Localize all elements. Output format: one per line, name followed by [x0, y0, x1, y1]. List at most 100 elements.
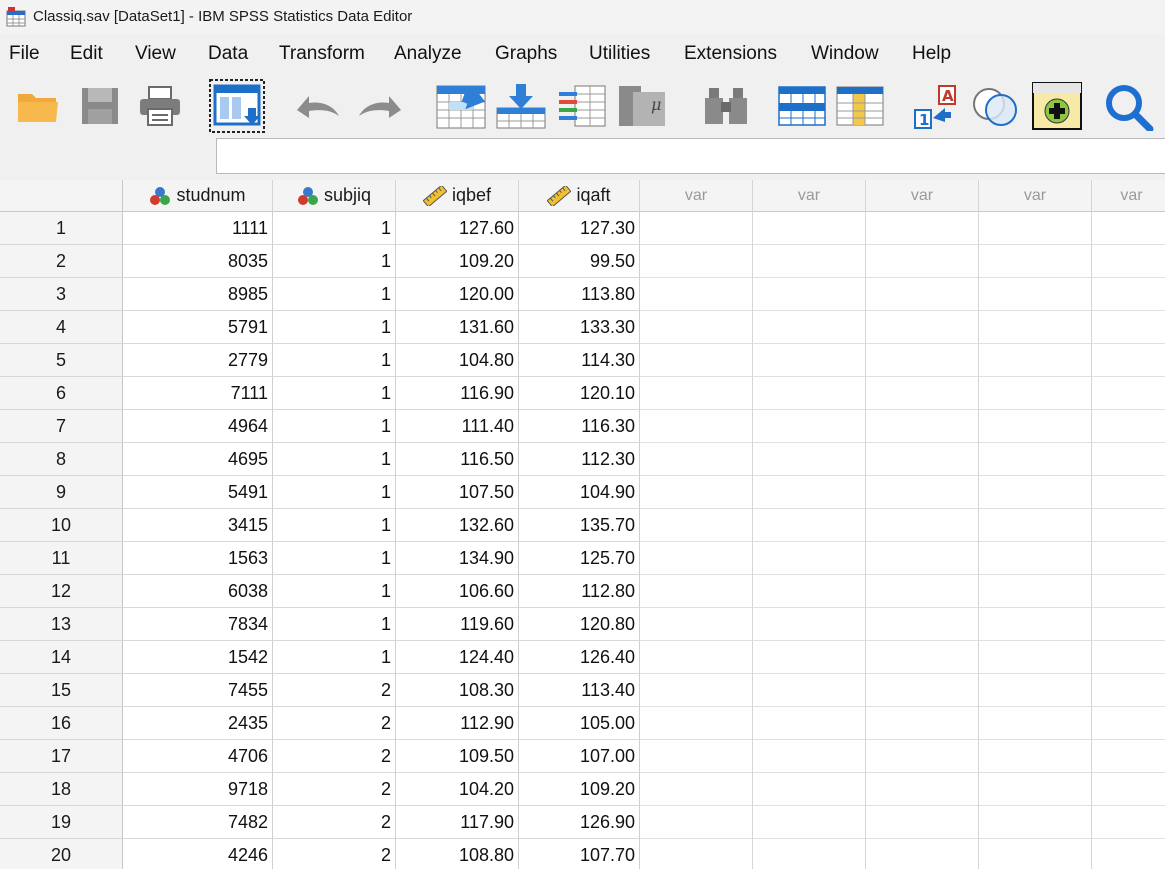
- data-cell[interactable]: [753, 443, 866, 476]
- data-cell[interactable]: [866, 212, 979, 245]
- data-cell[interactable]: [1092, 509, 1165, 542]
- dialog-recall-icon[interactable]: [207, 78, 267, 134]
- data-cell[interactable]: [1092, 344, 1165, 377]
- data-cell[interactable]: 1: [273, 278, 396, 311]
- data-cell[interactable]: 4964: [123, 410, 273, 443]
- data-cell[interactable]: 134.90: [396, 542, 519, 575]
- data-cell[interactable]: 133.30: [519, 311, 640, 344]
- data-cell[interactable]: 107.50: [396, 476, 519, 509]
- goto-variable-icon[interactable]: [494, 78, 550, 134]
- data-cell[interactable]: 2: [273, 773, 396, 806]
- menu-utilities[interactable]: Utilities: [589, 43, 650, 65]
- row-header[interactable]: 14: [0, 641, 123, 674]
- data-cell[interactable]: [1092, 245, 1165, 278]
- data-cell[interactable]: 3415: [123, 509, 273, 542]
- data-cell[interactable]: 135.70: [519, 509, 640, 542]
- column-header-var-6[interactable]: var: [866, 180, 979, 212]
- data-cell[interactable]: 116.30: [519, 410, 640, 443]
- data-cell[interactable]: 1542: [123, 641, 273, 674]
- data-cell[interactable]: [753, 839, 866, 869]
- data-cell[interactable]: 7834: [123, 608, 273, 641]
- row-header[interactable]: 8: [0, 443, 123, 476]
- data-cell[interactable]: [640, 278, 753, 311]
- column-header-subjiq[interactable]: subjiq: [273, 180, 396, 212]
- print-icon[interactable]: [135, 78, 185, 134]
- data-cell[interactable]: [753, 674, 866, 707]
- data-cell[interactable]: [640, 377, 753, 410]
- data-cell[interactable]: 8985: [123, 278, 273, 311]
- data-cell[interactable]: [1092, 476, 1165, 509]
- data-cell[interactable]: [753, 806, 866, 839]
- row-header[interactable]: 1: [0, 212, 123, 245]
- data-cell[interactable]: [979, 641, 1092, 674]
- data-cell[interactable]: [753, 773, 866, 806]
- data-cell[interactable]: 106.60: [396, 575, 519, 608]
- menu-edit[interactable]: Edit: [70, 43, 103, 65]
- column-header-var-5[interactable]: var: [753, 180, 866, 212]
- menu-file[interactable]: File: [9, 43, 40, 65]
- data-cell[interactable]: [979, 509, 1092, 542]
- data-cell[interactable]: 1: [273, 311, 396, 344]
- run-descriptives-icon[interactable]: μ: [614, 78, 670, 134]
- menu-view[interactable]: View: [135, 43, 176, 65]
- row-header[interactable]: 13: [0, 608, 123, 641]
- data-cell[interactable]: [640, 740, 753, 773]
- data-cell[interactable]: 1: [273, 212, 396, 245]
- data-cell[interactable]: [753, 311, 866, 344]
- data-cell[interactable]: [979, 806, 1092, 839]
- data-cell[interactable]: 112.90: [396, 707, 519, 740]
- data-cell[interactable]: 125.70: [519, 542, 640, 575]
- data-cell[interactable]: 9718: [123, 773, 273, 806]
- data-cell[interactable]: [1092, 674, 1165, 707]
- data-cell[interactable]: 2: [273, 740, 396, 773]
- data-cell[interactable]: [866, 443, 979, 476]
- use-variable-sets-icon[interactable]: [968, 78, 1022, 134]
- data-cell[interactable]: [1092, 377, 1165, 410]
- data-cell[interactable]: [753, 608, 866, 641]
- variables-icon[interactable]: [554, 78, 610, 134]
- menu-help[interactable]: Help: [912, 43, 951, 65]
- data-cell[interactable]: [1092, 740, 1165, 773]
- data-cell[interactable]: 126.40: [519, 641, 640, 674]
- undo-icon[interactable]: [290, 78, 344, 134]
- data-cell[interactable]: 1: [273, 344, 396, 377]
- data-cell[interactable]: [640, 245, 753, 278]
- data-cell[interactable]: [640, 575, 753, 608]
- find-icon[interactable]: [702, 78, 750, 134]
- data-cell[interactable]: 1: [273, 410, 396, 443]
- data-cell[interactable]: [753, 344, 866, 377]
- data-cell[interactable]: [753, 476, 866, 509]
- data-cell[interactable]: [640, 773, 753, 806]
- data-cell[interactable]: 116.50: [396, 443, 519, 476]
- data-cell[interactable]: 127.60: [396, 212, 519, 245]
- save-icon[interactable]: [76, 78, 124, 134]
- data-cell[interactable]: 111.40: [396, 410, 519, 443]
- data-cell[interactable]: [866, 641, 979, 674]
- data-cell[interactable]: 1: [273, 575, 396, 608]
- data-cell[interactable]: [753, 245, 866, 278]
- data-cell[interactable]: [979, 773, 1092, 806]
- data-cell[interactable]: [1092, 608, 1165, 641]
- column-header-studnum[interactable]: studnum: [123, 180, 273, 212]
- data-cell[interactable]: [1092, 773, 1165, 806]
- data-cell[interactable]: 1: [273, 377, 396, 410]
- row-header[interactable]: 20: [0, 839, 123, 869]
- data-cell[interactable]: 1111: [123, 212, 273, 245]
- goto-case-icon[interactable]: [434, 78, 490, 134]
- row-header[interactable]: 17: [0, 740, 123, 773]
- data-cell[interactable]: [866, 344, 979, 377]
- data-cell[interactable]: 1: [273, 245, 396, 278]
- data-cell[interactable]: 112.80: [519, 575, 640, 608]
- data-cell[interactable]: [753, 278, 866, 311]
- data-cell[interactable]: 2435: [123, 707, 273, 740]
- data-cell[interactable]: [1092, 839, 1165, 869]
- data-cell[interactable]: 2779: [123, 344, 273, 377]
- data-cell[interactable]: [1092, 575, 1165, 608]
- data-cell[interactable]: 2: [273, 839, 396, 869]
- data-cell[interactable]: [753, 707, 866, 740]
- data-cell[interactable]: 127.30: [519, 212, 640, 245]
- data-cell[interactable]: 120.00: [396, 278, 519, 311]
- row-header[interactable]: 3: [0, 278, 123, 311]
- data-cell[interactable]: [979, 542, 1092, 575]
- data-cell[interactable]: 2: [273, 707, 396, 740]
